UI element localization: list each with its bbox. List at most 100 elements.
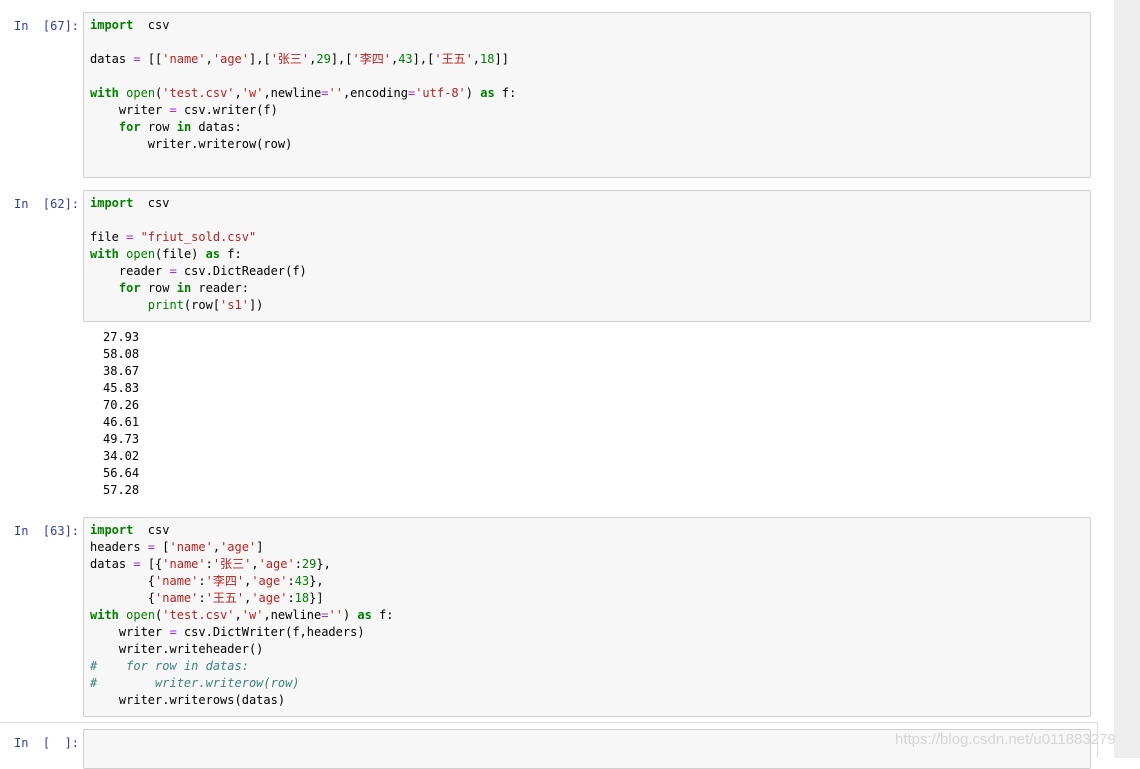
code-input[interactable]: import csv datas = [['name','age'],['张三',…: [83, 12, 1091, 178]
code-token: 'age': [212, 52, 249, 66]
code-token: headers: [90, 540, 148, 554]
code-token: 29: [316, 52, 331, 66]
code-token: # for row in datas:: [90, 659, 249, 673]
code-line: # writer.writerow(row): [90, 675, 1084, 692]
code-token: [[: [140, 52, 163, 66]
code-token: 18: [294, 591, 310, 605]
code-token: as: [357, 608, 372, 622]
code-token: :: [198, 574, 206, 588]
code-token: datas:: [191, 120, 242, 134]
code-token: csv: [133, 523, 170, 537]
code-token: 'age': [251, 591, 288, 605]
code-line: {'name':'李四','age':43},: [90, 573, 1084, 590]
code-input[interactable]: import csv headers = ['name','age'] datas …: [83, 517, 1091, 717]
code-token: ): [342, 608, 358, 622]
code-token: =: [133, 557, 141, 571]
code-token: =: [133, 52, 141, 66]
code-token: 18: [480, 52, 495, 66]
code-token: :: [198, 591, 206, 605]
code-token: row: [140, 120, 177, 134]
code-token: writer: [90, 103, 170, 117]
code-token: print: [147, 298, 184, 312]
code-line: reader = csv.DictReader(f): [90, 263, 1084, 280]
code-line: import csv: [90, 195, 1084, 212]
code-token: reader: [90, 264, 170, 278]
output-line: 27.93: [103, 330, 140, 344]
code-token: for: [118, 281, 141, 295]
code-token: ,: [234, 86, 242, 100]
code-token: writer: [90, 625, 170, 639]
code-token: {: [90, 591, 156, 605]
code-token: open: [126, 86, 156, 100]
code-token: 'test.csv': [162, 86, 235, 100]
code-token: =: [169, 625, 177, 639]
code-token: ,: [472, 52, 481, 66]
code-token: '': [328, 86, 343, 100]
code-token: ,newline: [263, 608, 322, 622]
code-token: =: [169, 103, 177, 117]
code-token: :: [294, 557, 302, 571]
output-lines: 27.93 58.08 38.67 45.83 70.26 46.61 49.73 34.02…: [90, 329, 1090, 499]
code-token: ],[: [249, 52, 271, 66]
output-line: 45.83: [103, 381, 140, 395]
code-token: =: [169, 264, 177, 278]
output-line: 57.28: [103, 483, 140, 497]
code-line: {'name':'王五','age':18}]: [90, 590, 1084, 607]
code-token: csv: [133, 18, 170, 32]
code-token: as: [205, 247, 221, 261]
code-input[interactable]: import csv file = "friut_sold.csv" with op…: [83, 190, 1091, 322]
code-token: ]: [256, 540, 264, 554]
code-token: ,: [234, 608, 242, 622]
cell-output: 27.93 58.08 38.67 45.83 70.26 46.61 49.73 34.02…: [90, 329, 1090, 499]
code-line: import csv: [90, 522, 1084, 539]
code-token: 'name': [155, 574, 199, 588]
cell-prompt: In [ ]:: [14, 736, 80, 750]
code-token: row: [140, 281, 177, 295]
code-token: {: [90, 574, 156, 588]
output-line: 34.02: [103, 449, 140, 463]
code-token: 'w': [241, 86, 264, 100]
code-token: datas: [90, 52, 134, 66]
code-token: import: [90, 196, 134, 210]
code-token: :: [287, 591, 295, 605]
code-token: ): [465, 86, 481, 100]
code-token: csv: [133, 196, 170, 210]
code-token: # writer.writerow(row): [90, 676, 300, 690]
code-token: '李四': [352, 52, 391, 66]
code-line: import csv: [90, 17, 1084, 34]
code-token: 43: [398, 52, 413, 66]
code-line: writer = csv.DictWriter(f,headers): [90, 624, 1084, 641]
code-token: 'name': [162, 557, 206, 571]
code-token: open: [126, 608, 156, 622]
code-token: '李四': [205, 574, 245, 588]
code-token: with: [90, 608, 119, 622]
code-token: csv.DictReader(f): [176, 264, 307, 278]
output-line: 58.08: [103, 347, 140, 361]
code-token: ],[: [412, 52, 435, 66]
code-token: ]]: [494, 52, 509, 66]
code-line: for row in reader:: [90, 280, 1084, 297]
code-token: 'age': [220, 540, 257, 554]
code-token: datas: [90, 557, 134, 571]
watermark-text: https://blog.csdn.net/u011883279: [895, 731, 1116, 748]
code-line: writer = csv.writer(f): [90, 102, 1084, 119]
code-token: (file): [155, 247, 206, 261]
code-token: },: [309, 574, 324, 588]
code-token: [: [155, 540, 170, 554]
output-line: 46.61: [103, 415, 140, 429]
code-token: open: [126, 247, 156, 261]
code-line: for row in datas:: [90, 119, 1084, 136]
code-token: in: [176, 281, 192, 295]
code-token: f:: [371, 608, 394, 622]
cell-prompt: In [63]:: [14, 524, 80, 538]
code-token: ,: [212, 540, 221, 554]
code-token: },: [316, 557, 331, 571]
code-line: file = "friut_sold.csv": [90, 229, 1084, 246]
code-token: ,: [205, 52, 213, 66]
code-token: with: [90, 86, 119, 100]
right-scroll-gutter[interactable]: [1114, 0, 1140, 758]
